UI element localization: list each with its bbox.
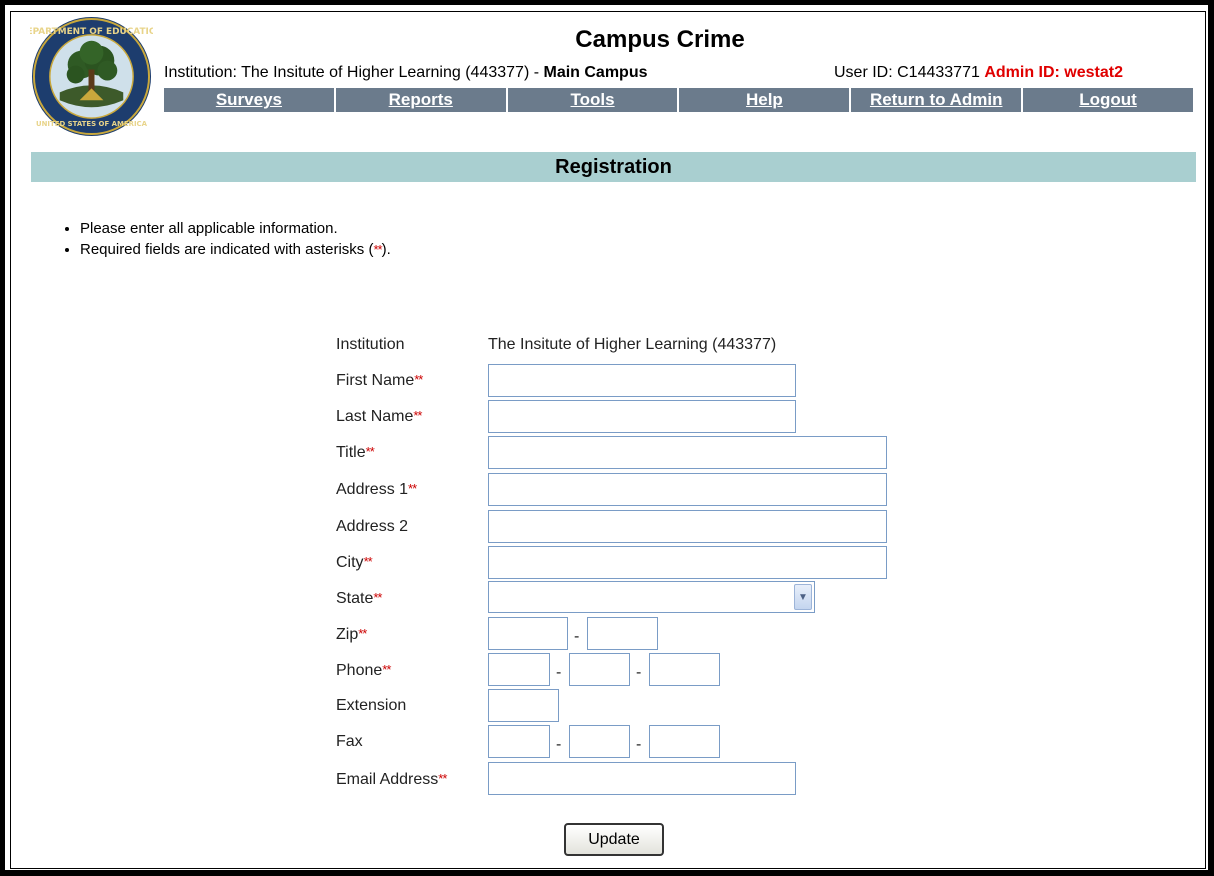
zip-label: Zip**	[336, 626, 367, 644]
email-input[interactable]	[488, 762, 796, 795]
address2-input[interactable]	[488, 510, 887, 543]
required-marker: **	[363, 554, 373, 569]
seal-text-top: DEPARTMENT OF EDUCATION	[30, 27, 153, 37]
required-marker: **	[414, 372, 423, 387]
first-name-label: First Name**	[336, 372, 423, 390]
institution-label: Institution	[336, 336, 405, 353]
state-select[interactable]: ▼	[488, 581, 815, 613]
fax-prefix-input[interactable]	[569, 725, 630, 758]
institution-value: The Insitute of Higher Learning (443377)	[488, 336, 777, 353]
extension-label: Extension	[336, 697, 407, 714]
address1-label: Address 1**	[336, 481, 417, 499]
phone-separator: -	[556, 664, 562, 681]
nav-logout[interactable]: Logout	[1021, 88, 1193, 112]
email-label: Email Address**	[336, 771, 447, 789]
zip-input[interactable]	[488, 617, 568, 650]
label-text: Zip	[336, 626, 359, 643]
title-label: Title**	[336, 444, 375, 462]
phone-label: Phone**	[336, 662, 391, 680]
city-label: City**	[336, 554, 373, 572]
zip-separator: -	[574, 628, 580, 645]
label-text: Email Address	[336, 771, 439, 788]
label-text: Phone	[336, 662, 383, 679]
phone-separator: -	[636, 664, 642, 681]
app-title: Campus Crime	[575, 26, 745, 53]
institution-text: Institution: The Insitute of Higher Lear…	[164, 64, 544, 81]
update-button[interactable]: Update	[564, 823, 664, 856]
label-text: State	[336, 590, 374, 607]
section-title: Registration	[31, 152, 1196, 182]
instruction-text: ).	[381, 241, 391, 258]
label-text: Title	[336, 444, 366, 461]
nav-help[interactable]: Help	[677, 88, 849, 112]
chevron-down-icon[interactable]: ▼	[794, 584, 812, 610]
nav-surveys[interactable]: Surveys	[164, 88, 334, 112]
label-text: Last Name	[336, 408, 414, 425]
first-name-input[interactable]	[488, 364, 796, 397]
instruction-text: Please enter all applicable information.	[80, 220, 338, 237]
fax-separator: -	[556, 736, 562, 753]
fax-area-code-input[interactable]	[488, 725, 550, 758]
label-text: Address 1	[336, 481, 409, 498]
user-info: User ID: C14433771 Admin ID: westat2	[834, 64, 1123, 82]
nav-return-to-admin[interactable]: Return to Admin	[849, 88, 1021, 112]
address2-label: Address 2	[336, 518, 409, 535]
required-marker: **	[382, 662, 391, 677]
label-text: City	[336, 554, 364, 571]
institution-info: Institution: The Insitute of Higher Lear…	[164, 64, 648, 82]
last-name-label: Last Name**	[336, 408, 423, 426]
campus-name: Main Campus	[543, 64, 648, 81]
instruction-text: Required fields are indicated with aster…	[80, 241, 374, 258]
fax-separator: -	[636, 736, 642, 753]
nav-tools[interactable]: Tools	[505, 88, 678, 112]
fax-label: Fax	[336, 733, 363, 750]
seal-text-bottom: UNITED STATES OF AMERICA	[36, 120, 148, 128]
phone-prefix-input[interactable]	[569, 653, 630, 686]
instructions-list: Please enter all applicable information.…	[60, 218, 391, 260]
fax-line-input[interactable]	[649, 725, 720, 758]
required-marker: **	[358, 626, 367, 641]
required-marker: **	[413, 408, 422, 423]
city-input[interactable]	[488, 546, 887, 579]
required-marker: **	[365, 444, 375, 459]
main-nav: Surveys Reports Tools Help Return to Adm…	[164, 88, 1193, 112]
state-label: State**	[336, 590, 383, 608]
instruction-item: Please enter all applicable information.	[80, 218, 391, 239]
phone-line-input[interactable]	[649, 653, 720, 686]
instruction-item: Required fields are indicated with aster…	[80, 239, 391, 260]
title-input[interactable]	[488, 436, 887, 469]
address1-input[interactable]	[488, 473, 887, 506]
department-of-education-seal-icon: DEPARTMENT OF EDUCATION UNITED STATES OF…	[30, 16, 153, 137]
user-id: User ID: C14433771	[834, 64, 985, 81]
extension-input[interactable]	[488, 689, 559, 722]
last-name-input[interactable]	[488, 400, 796, 433]
required-marker: **	[408, 481, 417, 496]
required-marker: **	[373, 590, 382, 605]
admin-id: Admin ID: westat2	[984, 64, 1123, 81]
required-marker: **	[373, 242, 382, 257]
label-text: First Name	[336, 372, 415, 389]
phone-area-code-input[interactable]	[488, 653, 550, 686]
required-marker: **	[438, 771, 447, 786]
zip-plus4-input[interactable]	[587, 617, 658, 650]
nav-reports[interactable]: Reports	[333, 88, 506, 112]
